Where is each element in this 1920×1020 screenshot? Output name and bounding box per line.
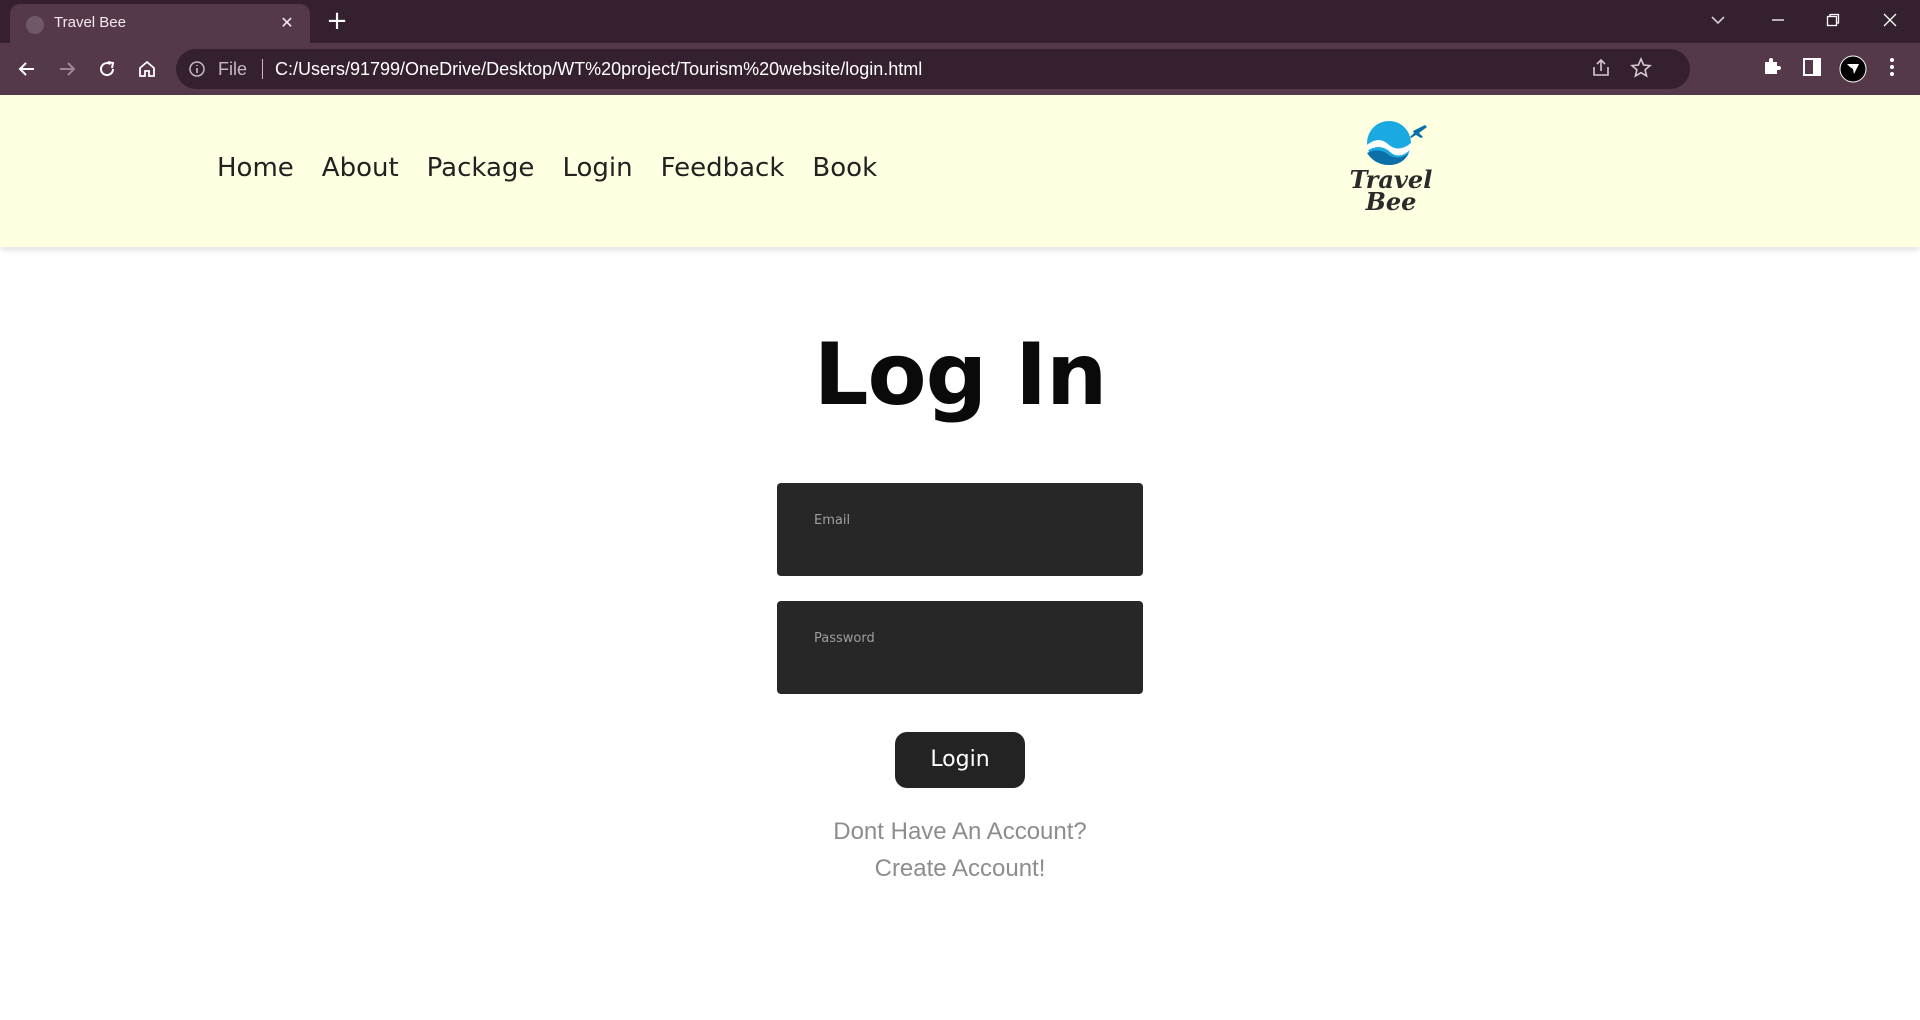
browser-tab[interactable]: Travel Bee ✕ xyxy=(10,4,310,43)
url-scheme-label: File xyxy=(218,59,248,79)
password-field[interactable]: Password xyxy=(777,601,1143,694)
more-menu-icon[interactable] xyxy=(1880,55,1908,83)
home-icon[interactable] xyxy=(133,55,161,83)
travel-bee-logo[interactable]: Travel Bee xyxy=(1345,119,1445,219)
nav-package[interactable]: Package xyxy=(427,153,535,183)
email-placeholder: Email xyxy=(814,513,851,528)
forward-arrow-icon[interactable] xyxy=(53,55,81,83)
profile-avatar[interactable] xyxy=(1839,55,1867,83)
url-text[interactable]: C:/Users/91799/OneDrive/Desktop/WT%20pro… xyxy=(275,59,922,80)
nav-book[interactable]: Book xyxy=(812,153,877,183)
nav-login[interactable]: Login xyxy=(562,153,632,183)
url-separator xyxy=(262,59,263,79)
browser-toolbar: File C:/Users/91799/OneDrive/Desktop/WT%… xyxy=(0,43,1920,95)
create-account-link[interactable]: Create Account! xyxy=(0,855,1920,883)
close-window-icon[interactable] xyxy=(1870,6,1910,34)
info-icon[interactable] xyxy=(188,60,206,78)
close-tab-icon[interactable]: ✕ xyxy=(276,12,298,34)
tab-title: Travel Bee xyxy=(54,14,126,31)
globe-icon xyxy=(26,16,44,34)
page-title: Log In xyxy=(813,325,1108,425)
main-nav: Home About Package Login Feedback Book xyxy=(217,153,877,183)
side-panel-icon[interactable] xyxy=(1800,55,1828,83)
browser-tab-strip: Travel Bee ✕ + xyxy=(0,0,1920,43)
bookmark-star-icon[interactable] xyxy=(1630,56,1654,81)
restore-icon[interactable] xyxy=(1813,6,1853,34)
logo-word-bee: Bee xyxy=(1365,187,1417,216)
signup-prompt: Dont Have An Account? xyxy=(833,818,1087,845)
back-arrow-icon[interactable] xyxy=(13,55,41,83)
site-header: Home About Package Login Feedback Book T… xyxy=(0,95,1920,247)
new-tab-icon[interactable]: + xyxy=(323,8,351,35)
address-bar[interactable]: File C:/Users/91799/OneDrive/Desktop/WT%… xyxy=(176,49,1690,89)
email-field[interactable]: Email xyxy=(777,483,1143,576)
nav-home[interactable]: Home xyxy=(217,153,294,183)
reload-icon[interactable] xyxy=(93,55,121,83)
minimize-icon[interactable] xyxy=(1758,6,1798,34)
share-icon[interactable] xyxy=(1590,57,1614,81)
nav-about[interactable]: About xyxy=(322,153,399,183)
extensions-puzzle-icon[interactable] xyxy=(1760,55,1788,83)
nav-feedback[interactable]: Feedback xyxy=(661,153,785,183)
login-button[interactable]: Login xyxy=(895,732,1025,788)
password-placeholder: Password xyxy=(814,631,875,646)
tab-search-icon[interactable] xyxy=(1698,6,1738,34)
